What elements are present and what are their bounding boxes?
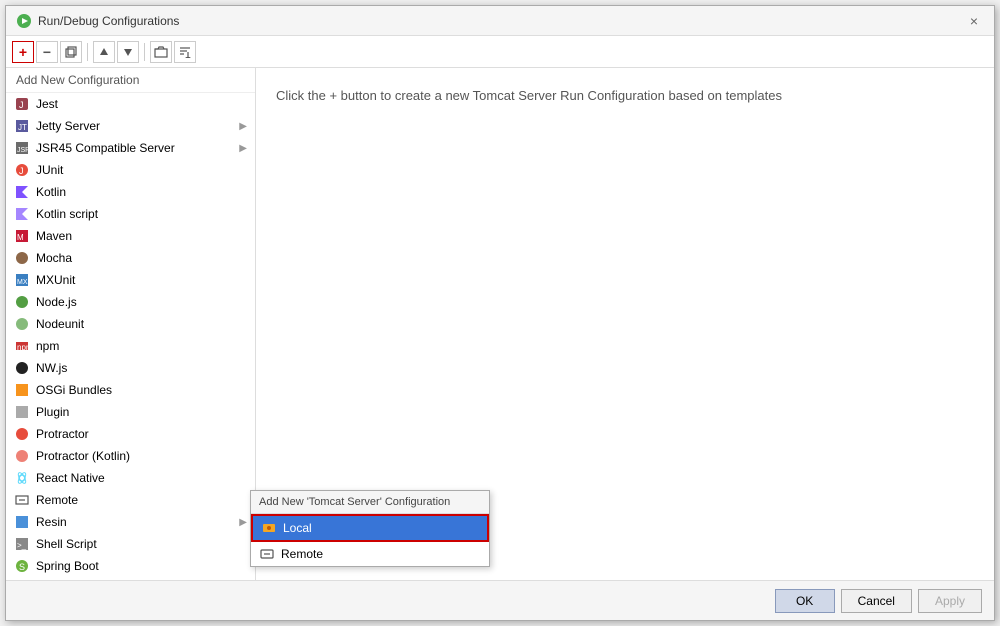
list-item[interactable]: Resin ▶ [6,511,255,533]
bottom-bar: OK Cancel Apply [6,580,994,620]
svg-text:J: J [19,100,24,110]
mocha-icon [14,250,30,266]
svg-text:npm: npm [17,343,29,352]
npm-icon: npm [14,338,30,354]
list-item[interactable]: npm npm [6,335,255,357]
move-to-button[interactable] [150,41,172,63]
list-item[interactable]: JT Jetty Server ▶ [6,115,255,137]
arrow-icon: ▶ [239,143,247,154]
svg-text:JSR: JSR [17,147,29,154]
add-new-header: Add New Configuration [6,68,255,93]
svg-text:J: J [19,166,24,176]
arrow-icon: ▶ [239,517,247,528]
list-item[interactable]: J JUnit [6,159,255,181]
spring-boot-icon: S [14,558,30,574]
title-bar: Run/Debug Configurations × [6,6,994,36]
close-button[interactable]: × [964,11,984,31]
list-item[interactable]: JSR JSR45 Compatible Server ▶ [6,137,255,159]
react-native-icon [14,470,30,486]
dialog-title: Run/Debug Configurations [38,14,179,28]
list-item[interactable]: MX MXUnit [6,269,255,291]
add-button[interactable]: + [12,41,34,63]
jsr45-icon: JSR [14,140,30,156]
submenu-local-label: Local [283,521,312,535]
list-item[interactable]: Plugin [6,401,255,423]
kotlin-script-icon [14,206,30,222]
list-item[interactable]: Protractor (Kotlin) [6,445,255,467]
cancel-button[interactable]: Cancel [841,589,912,613]
list-item[interactable]: React Native [6,467,255,489]
svg-text:M: M [17,233,24,242]
list-item[interactable]: Spring dmServer ▶ [6,577,255,580]
main-content: Add New Configuration J Jest JT Jetty Se… [6,68,994,580]
list-item[interactable]: S Spring Boot [6,555,255,577]
list-item[interactable]: Node.js [6,291,255,313]
svg-text:MX: MX [17,279,28,286]
list-item[interactable]: Nodeunit [6,313,255,335]
left-panel: Add New Configuration J Jest JT Jetty Se… [6,68,256,580]
local-icon [261,520,277,536]
list-item[interactable]: M Maven [6,225,255,247]
list-item[interactable]: Remote [6,489,255,511]
remote-submenu-icon [259,546,275,562]
submenu-remote-item[interactable]: Remote [251,542,489,566]
title-bar-left: Run/Debug Configurations [16,13,179,29]
list-item[interactable]: Protractor [6,423,255,445]
list-item[interactable]: >_ Shell Script [6,533,255,555]
junit-icon: J [14,162,30,178]
move-up-button[interactable] [93,41,115,63]
tomcat-submenu: Add New 'Tomcat Server' Configuration Lo… [250,490,490,567]
apply-button[interactable]: Apply [918,589,982,613]
run-debug-icon [16,13,32,29]
osgi-icon [14,382,30,398]
submenu-remote-label: Remote [281,547,323,561]
submenu-header: Add New 'Tomcat Server' Configuration [251,491,489,514]
maven-icon: M [14,228,30,244]
arrow-icon: ▶ [239,121,247,132]
nwjs-icon [14,360,30,376]
kotlin-icon [14,184,30,200]
toolbar-separator-2 [144,43,145,61]
svg-text:>_: >_ [17,541,27,550]
toolbar: + − [6,36,994,68]
list-item[interactable]: J Jest [6,93,255,115]
list-item[interactable]: OSGi Bundles [6,379,255,401]
copy-button[interactable] [60,41,82,63]
remote-icon [14,492,30,508]
protractor-icon [14,426,30,442]
shell-script-icon: >_ [14,536,30,552]
run-debug-dialog: Run/Debug Configurations × + − Add New C… [5,5,995,621]
remove-button[interactable]: − [36,41,58,63]
jetty-icon: JT [14,118,30,134]
plugin-icon [14,404,30,420]
move-down-button[interactable] [117,41,139,63]
svg-text:JT: JT [18,123,27,132]
list-item[interactable]: Mocha [6,247,255,269]
right-panel-message: Click the + button to create a new Tomca… [276,88,782,103]
submenu-local-item[interactable]: Local [251,514,489,542]
list-item[interactable]: Kotlin [6,181,255,203]
nodejs-icon [14,294,30,310]
ok-button[interactable]: OK [775,589,835,613]
nodeunit-icon [14,316,30,332]
svg-text:S: S [19,562,25,572]
resin-icon [14,514,30,530]
protractor-kotlin-icon [14,448,30,464]
list-item[interactable]: Kotlin script [6,203,255,225]
sort-button[interactable] [174,41,196,63]
jest-icon: J [14,96,30,112]
list-item[interactable]: NW.js [6,357,255,379]
toolbar-separator-1 [87,43,88,61]
mxunit-icon: MX [14,272,30,288]
